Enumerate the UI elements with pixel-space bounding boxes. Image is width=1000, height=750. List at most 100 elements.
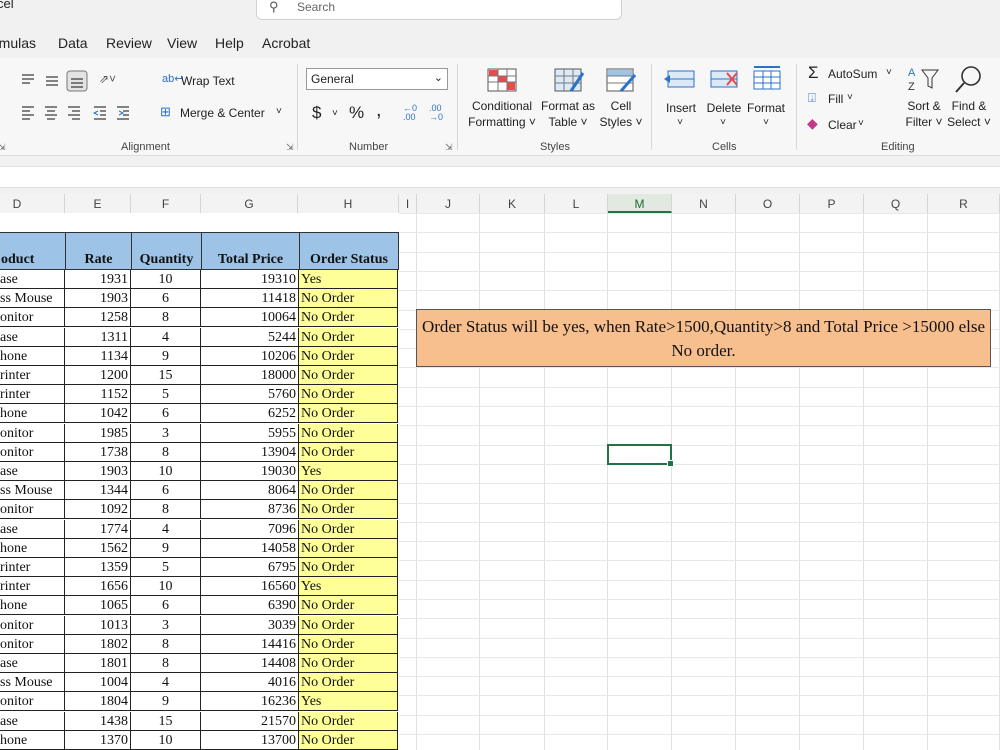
rate-cell[interactable]: 1092 bbox=[65, 500, 131, 519]
decrease-decimal-icon[interactable]: .00 →0 bbox=[429, 104, 443, 122]
product-cell[interactable]: onitor bbox=[0, 616, 65, 635]
quantity-cell[interactable]: 4 bbox=[131, 673, 201, 692]
rate-cell[interactable]: 1359 bbox=[65, 558, 131, 577]
product-cell[interactable]: onitor bbox=[0, 308, 65, 327]
order-status-cell[interactable]: No Order bbox=[299, 539, 398, 558]
rate-cell[interactable]: 1804 bbox=[65, 692, 131, 711]
find-select-button[interactable]: Find & Select ˅ bbox=[944, 98, 994, 130]
chevron-down-icon[interactable]: ˅ bbox=[716, 115, 730, 131]
chevron-down-icon[interactable]: ˅ bbox=[673, 115, 687, 131]
rate-cell[interactable]: 1134 bbox=[65, 347, 131, 366]
rate-cell[interactable]: 1903 bbox=[65, 289, 131, 308]
total-price-cell[interactable]: 11418 bbox=[201, 289, 299, 308]
column-header-n[interactable]: N bbox=[672, 194, 736, 213]
search-box[interactable]: ⚲ Search bbox=[256, 0, 622, 20]
rate-cell[interactable]: 1344 bbox=[65, 481, 131, 500]
order-status-cell[interactable]: Yes bbox=[299, 692, 398, 711]
quantity-cell[interactable]: 8 bbox=[131, 635, 201, 654]
rule-note-textbox[interactable]: Order Status will be yes, when Rate>1500… bbox=[416, 309, 991, 367]
quantity-cell[interactable]: 4 bbox=[131, 328, 201, 347]
wrap-text-button[interactable]: Wrap Text bbox=[181, 74, 235, 88]
menu-formulas[interactable]: rmulas bbox=[0, 35, 36, 51]
total-price-cell[interactable]: 5244 bbox=[201, 328, 299, 347]
total-price-cell[interactable]: 16236 bbox=[201, 692, 299, 711]
quantity-cell[interactable]: 3 bbox=[131, 424, 201, 443]
header-order-status[interactable]: Order Status bbox=[299, 232, 399, 270]
product-cell[interactable]: onitor bbox=[0, 635, 65, 654]
quantity-cell[interactable]: 10 bbox=[131, 462, 201, 481]
quantity-cell[interactable]: 10 bbox=[131, 731, 201, 750]
quantity-cell[interactable]: 8 bbox=[131, 443, 201, 462]
product-cell[interactable]: ss Mouse bbox=[0, 481, 65, 500]
column-header-q[interactable]: Q bbox=[864, 194, 928, 213]
quantity-cell[interactable]: 8 bbox=[131, 500, 201, 519]
total-price-cell[interactable]: 10206 bbox=[201, 347, 299, 366]
order-status-cell[interactable]: No Order bbox=[299, 385, 398, 404]
total-price-cell[interactable]: 10064 bbox=[201, 308, 299, 327]
product-cell[interactable]: onitor bbox=[0, 692, 65, 711]
product-cell[interactable]: hone bbox=[0, 347, 65, 366]
product-cell[interactable]: ase bbox=[0, 712, 65, 731]
order-status-cell[interactable]: No Order bbox=[299, 520, 398, 539]
rate-cell[interactable]: 1562 bbox=[65, 539, 131, 558]
rate-cell[interactable]: 1370 bbox=[65, 731, 131, 750]
order-status-cell[interactable]: Yes bbox=[299, 462, 398, 481]
order-status-cell[interactable]: No Order bbox=[299, 481, 398, 500]
product-cell[interactable]: ase bbox=[0, 462, 65, 481]
column-header-h[interactable]: H bbox=[298, 194, 399, 213]
product-cell[interactable]: ss Mouse bbox=[0, 289, 65, 308]
product-cell[interactable]: ase bbox=[0, 520, 65, 539]
total-price-cell[interactable]: 7096 bbox=[201, 520, 299, 539]
order-status-cell[interactable]: No Order bbox=[299, 616, 398, 635]
product-cell[interactable]: hone bbox=[0, 539, 65, 558]
quantity-cell[interactable]: 9 bbox=[131, 347, 201, 366]
increase-decimal-icon[interactable]: ←0.00 bbox=[403, 104, 417, 122]
format-button[interactable]: Format bbox=[744, 100, 788, 116]
order-status-cell[interactable]: No Order bbox=[299, 731, 398, 750]
quantity-cell[interactable]: 9 bbox=[131, 692, 201, 711]
total-price-cell[interactable]: 13700 bbox=[201, 731, 299, 750]
rate-cell[interactable]: 1774 bbox=[65, 520, 131, 539]
total-price-cell[interactable]: 3039 bbox=[201, 616, 299, 635]
rate-cell[interactable]: 1004 bbox=[65, 673, 131, 692]
column-header-g[interactable]: G bbox=[201, 194, 298, 213]
column-header-i[interactable]: I bbox=[399, 194, 417, 213]
product-cell[interactable]: ase bbox=[0, 270, 65, 289]
total-price-cell[interactable]: 14416 bbox=[201, 635, 299, 654]
merge-dropdown-icon[interactable]: ˅ bbox=[276, 106, 282, 117]
column-header-r[interactable]: R bbox=[928, 194, 1000, 213]
header-product[interactable]: oduct bbox=[0, 232, 66, 270]
order-status-cell[interactable]: No Order bbox=[299, 366, 398, 385]
total-price-cell[interactable]: 19310 bbox=[201, 270, 299, 289]
header-quantity[interactable]: Quantity bbox=[131, 232, 202, 270]
sort-filter-button[interactable]: Sort & Filter ˅ bbox=[900, 98, 948, 130]
number-launcher-icon[interactable]: ⇲ bbox=[445, 142, 453, 153]
column-header-f[interactable]: F bbox=[131, 194, 201, 213]
product-cell[interactable]: hone bbox=[0, 596, 65, 615]
rate-cell[interactable]: 1065 bbox=[65, 596, 131, 615]
quantity-cell[interactable]: 9 bbox=[131, 539, 201, 558]
quantity-cell[interactable]: 15 bbox=[131, 712, 201, 731]
product-cell[interactable]: ss Mouse bbox=[0, 673, 65, 692]
conditional-formatting-button[interactable]: Conditional Formatting ˅ bbox=[464, 98, 540, 130]
column-header-k[interactable]: K bbox=[480, 194, 545, 213]
rate-cell[interactable]: 1802 bbox=[65, 635, 131, 654]
column-header-j[interactable]: J bbox=[417, 194, 480, 213]
rate-cell[interactable]: 1931 bbox=[65, 270, 131, 289]
menu-view[interactable]: View bbox=[167, 35, 197, 51]
quantity-cell[interactable]: 5 bbox=[131, 558, 201, 577]
product-cell[interactable]: rinter bbox=[0, 577, 65, 596]
comma-button[interactable]: , bbox=[376, 99, 382, 122]
clear-button[interactable]: Clear bbox=[828, 118, 857, 132]
rate-cell[interactable]: 1042 bbox=[65, 404, 131, 423]
quantity-cell[interactable]: 3 bbox=[131, 616, 201, 635]
formula-bar[interactable] bbox=[0, 166, 1000, 188]
rate-cell[interactable]: 1985 bbox=[65, 424, 131, 443]
orientation-icon[interactable]: ⇗˅ bbox=[99, 72, 116, 86]
rate-cell[interactable]: 1656 bbox=[65, 577, 131, 596]
column-header-p[interactable]: P bbox=[800, 194, 864, 213]
total-price-cell[interactable]: 18000 bbox=[201, 366, 299, 385]
menu-review[interactable]: Review bbox=[106, 35, 152, 51]
align-bottom-row-icons[interactable] bbox=[20, 104, 140, 122]
order-status-cell[interactable]: No Order bbox=[299, 443, 398, 462]
